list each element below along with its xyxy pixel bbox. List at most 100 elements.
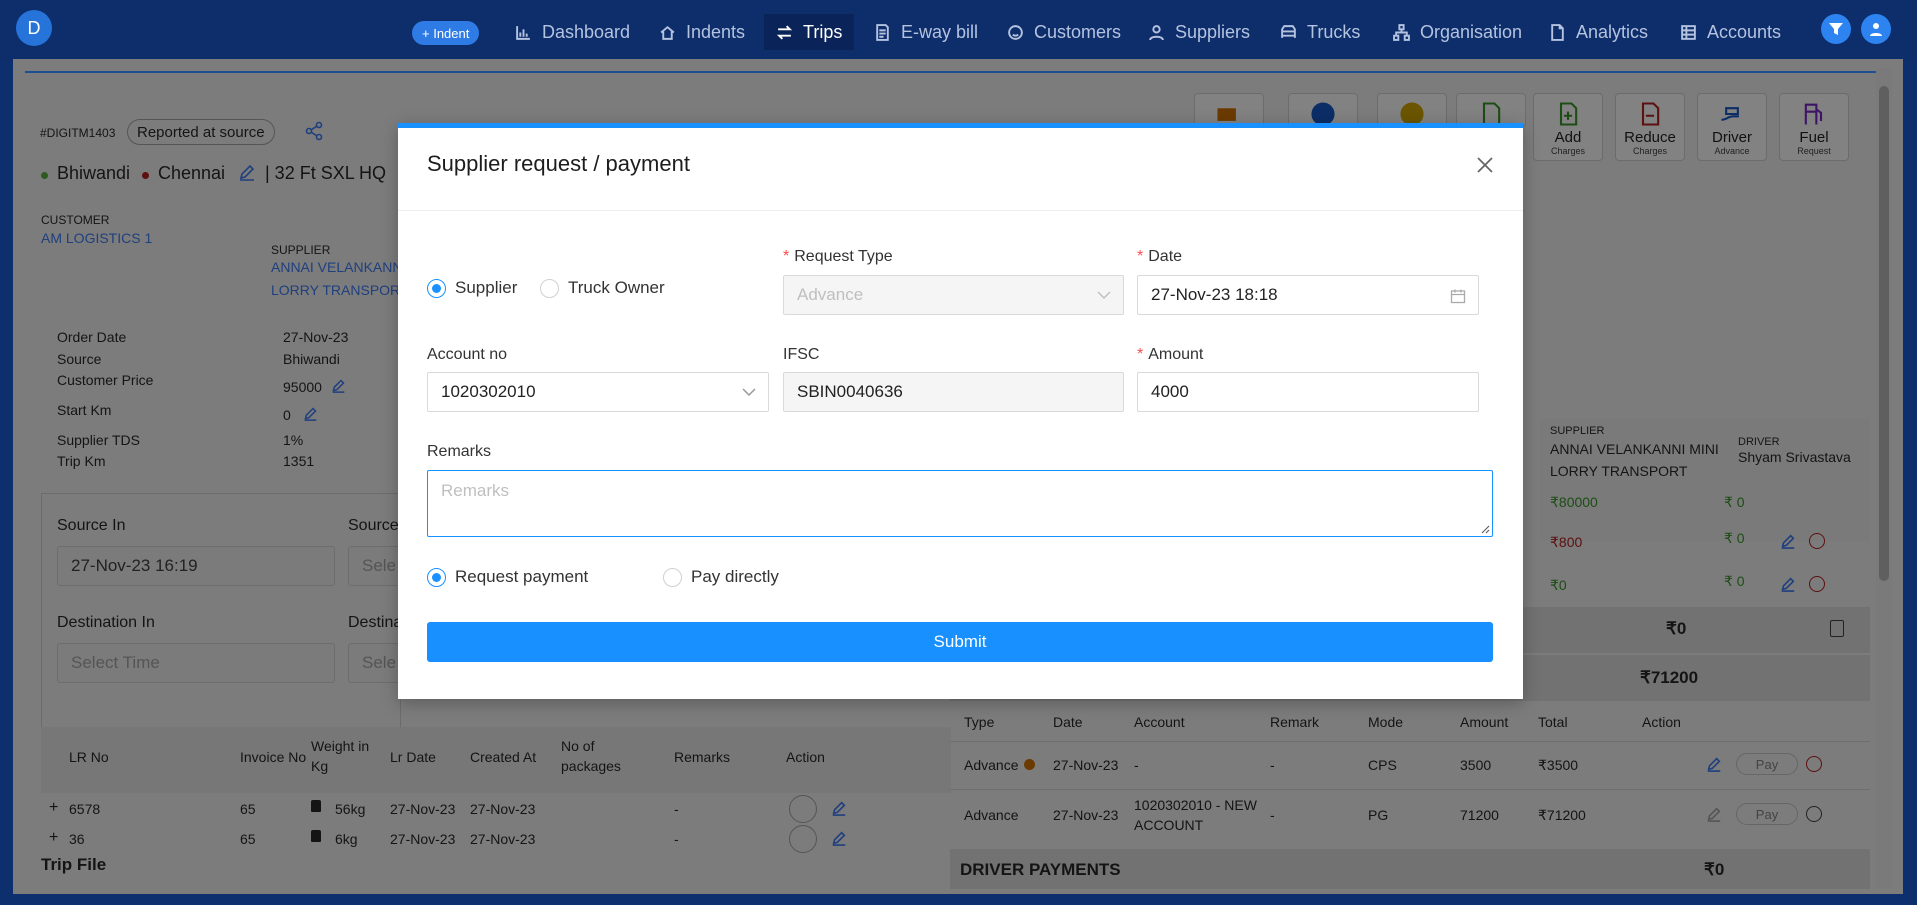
radio-supplier[interactable]: Supplier	[427, 278, 517, 298]
pdf-icon[interactable]	[1830, 620, 1844, 637]
weight-icon	[311, 830, 321, 842]
driver-amount: ₹ 0	[1724, 494, 1745, 510]
remarks-textarea[interactable]: Remarks	[427, 470, 1493, 537]
column-header: Action	[786, 749, 825, 765]
nav-item-eway-bill[interactable]: E-way bill	[862, 14, 990, 50]
resize-handle-icon[interactable]	[1481, 525, 1490, 534]
edit-icon[interactable]	[238, 163, 256, 181]
expand-icon[interactable]: +	[49, 799, 58, 817]
delete-icon[interactable]	[1806, 806, 1822, 822]
account-select[interactable]: 1020302010	[427, 372, 769, 412]
edit-icon[interactable]	[1780, 576, 1796, 592]
nav-item-indents[interactable]: Indents	[647, 14, 757, 50]
truck-tool-button[interactable]	[1194, 93, 1264, 127]
radio-pay-directly[interactable]: Pay directly	[663, 567, 779, 587]
created-at: 27-Nov-23	[470, 831, 536, 847]
nav-item-trucks[interactable]: Trucks	[1268, 14, 1372, 50]
weight: 56kg	[335, 801, 366, 817]
profile-button[interactable]	[1861, 14, 1891, 44]
edit-icon[interactable]	[1706, 806, 1722, 822]
reduce-charges-button[interactable]: Reduce Charges	[1615, 93, 1685, 161]
delete-icon[interactable]	[1806, 756, 1822, 772]
created-at: 27-Nov-23	[470, 801, 536, 817]
nav-item-trips[interactable]: Trips	[764, 14, 855, 50]
column-header: Remark	[1270, 714, 1320, 730]
source-out-input[interactable]: Sele	[348, 546, 401, 586]
column-header[interactable]: Lr Date	[390, 749, 436, 765]
nav-item-accounts[interactable]: Accounts	[1668, 14, 1793, 50]
weight-icon	[311, 800, 321, 812]
detail-value: 1351	[283, 453, 315, 469]
pay-button[interactable]: Pay	[1736, 803, 1798, 825]
radio-circle[interactable]	[540, 278, 559, 298]
document-tool-button[interactable]	[1456, 93, 1526, 127]
detail-label: Source	[57, 351, 102, 367]
detail-label: Trip Km	[57, 453, 106, 469]
column-header: Weight in Kg	[311, 738, 370, 774]
column-header: Amount	[1460, 714, 1509, 730]
radio-request-payment[interactable]: Request payment	[427, 567, 588, 587]
rupee-tool-button[interactable]	[1288, 93, 1358, 127]
table-row[interactable]: + 6578 65 56kg 27-Nov-23 27-Nov-23 -	[41, 795, 951, 823]
info-icon[interactable]	[1024, 759, 1035, 770]
nav-item-analytics[interactable]: Analytics	[1537, 14, 1660, 50]
destination-out-input[interactable]: Sele	[348, 643, 401, 683]
column-header[interactable]: No of packages	[561, 737, 621, 776]
filter-button[interactable]	[1821, 14, 1851, 44]
edit-icon[interactable]	[831, 800, 847, 816]
fuel-request-button[interactable]: Fuel Request	[1779, 93, 1849, 161]
divider	[950, 789, 1870, 790]
delete-icon[interactable]	[1809, 533, 1825, 549]
scrollbar-thumb[interactable]	[1879, 86, 1889, 581]
payment-type: Advance	[964, 807, 1019, 823]
column-header[interactable]: Created At	[470, 749, 536, 765]
destination-in-input[interactable]: Select Time	[57, 643, 335, 683]
share-icon[interactable]	[304, 121, 324, 141]
nav-item-dashboard[interactable]: Dashboard	[503, 14, 642, 50]
driver-amount: ₹ 0	[1724, 530, 1745, 546]
radio-circle[interactable]	[427, 278, 446, 298]
view-icon[interactable]	[789, 825, 817, 853]
top-nav: D + Indent Dashboard Indents Trips E-way…	[0, 0, 1917, 62]
request-type-select[interactable]: Advance	[783, 275, 1124, 315]
total-value: ₹71200	[1640, 668, 1699, 687]
nav-item-customers[interactable]: Customers	[995, 14, 1133, 50]
radio-circle[interactable]	[427, 567, 446, 587]
close-icon[interactable]	[1475, 155, 1495, 175]
delete-icon[interactable]	[1809, 576, 1825, 592]
supplier-link-line2[interactable]: LORRY TRANSPORT	[271, 282, 408, 298]
expand-icon[interactable]: +	[49, 829, 58, 847]
payment-amount: 71200	[1460, 807, 1499, 823]
edit-icon[interactable]	[1706, 756, 1722, 772]
add-charges-button[interactable]: Add Charges	[1533, 93, 1603, 161]
submit-button[interactable]: Submit	[427, 622, 1493, 662]
view-icon[interactable]	[789, 795, 817, 823]
nav-item-organisation[interactable]: Organisation	[1381, 14, 1534, 50]
calendar-icon[interactable]	[1450, 288, 1466, 304]
avatar[interactable]: D	[16, 10, 52, 46]
pay-button[interactable]: Pay	[1736, 753, 1798, 775]
edit-icon[interactable]	[303, 406, 318, 421]
driver-advance-button[interactable]: Driver Advance	[1697, 93, 1767, 161]
radio-truck-owner[interactable]: Truck Owner	[540, 278, 665, 298]
document-icon	[876, 23, 889, 41]
detail-value: 27-Nov-23	[283, 329, 349, 345]
amount-input[interactable]: 4000	[1137, 372, 1479, 412]
driver-payments-label: DRIVER PAYMENTS	[960, 860, 1121, 879]
divider	[950, 741, 1870, 742]
customer-link[interactable]: AM LOGISTICS 1	[41, 230, 152, 246]
edit-icon[interactable]	[331, 378, 346, 393]
supplier-link-line1[interactable]: ANNAI VELANKANN	[271, 259, 402, 275]
date-picker[interactable]: 27-Nov-23 18:18	[1137, 275, 1479, 315]
table-row[interactable]: + 36 65 6kg 27-Nov-23 27-Nov-23 -	[41, 825, 951, 853]
coin-tool-button[interactable]	[1377, 93, 1447, 127]
source-in-input[interactable]: 27-Nov-23 16:19	[57, 546, 335, 586]
indent-button[interactable]: + Indent	[412, 21, 480, 45]
edit-icon[interactable]	[831, 830, 847, 846]
ifsc-field[interactable]: SBIN0040636	[783, 372, 1124, 412]
request-type-label: * Request Type	[783, 248, 893, 265]
edit-icon[interactable]	[1780, 533, 1796, 549]
nav-item-suppliers[interactable]: Suppliers	[1136, 14, 1262, 50]
page-scrollbar[interactable]	[1876, 68, 1892, 888]
radio-circle[interactable]	[663, 567, 682, 587]
